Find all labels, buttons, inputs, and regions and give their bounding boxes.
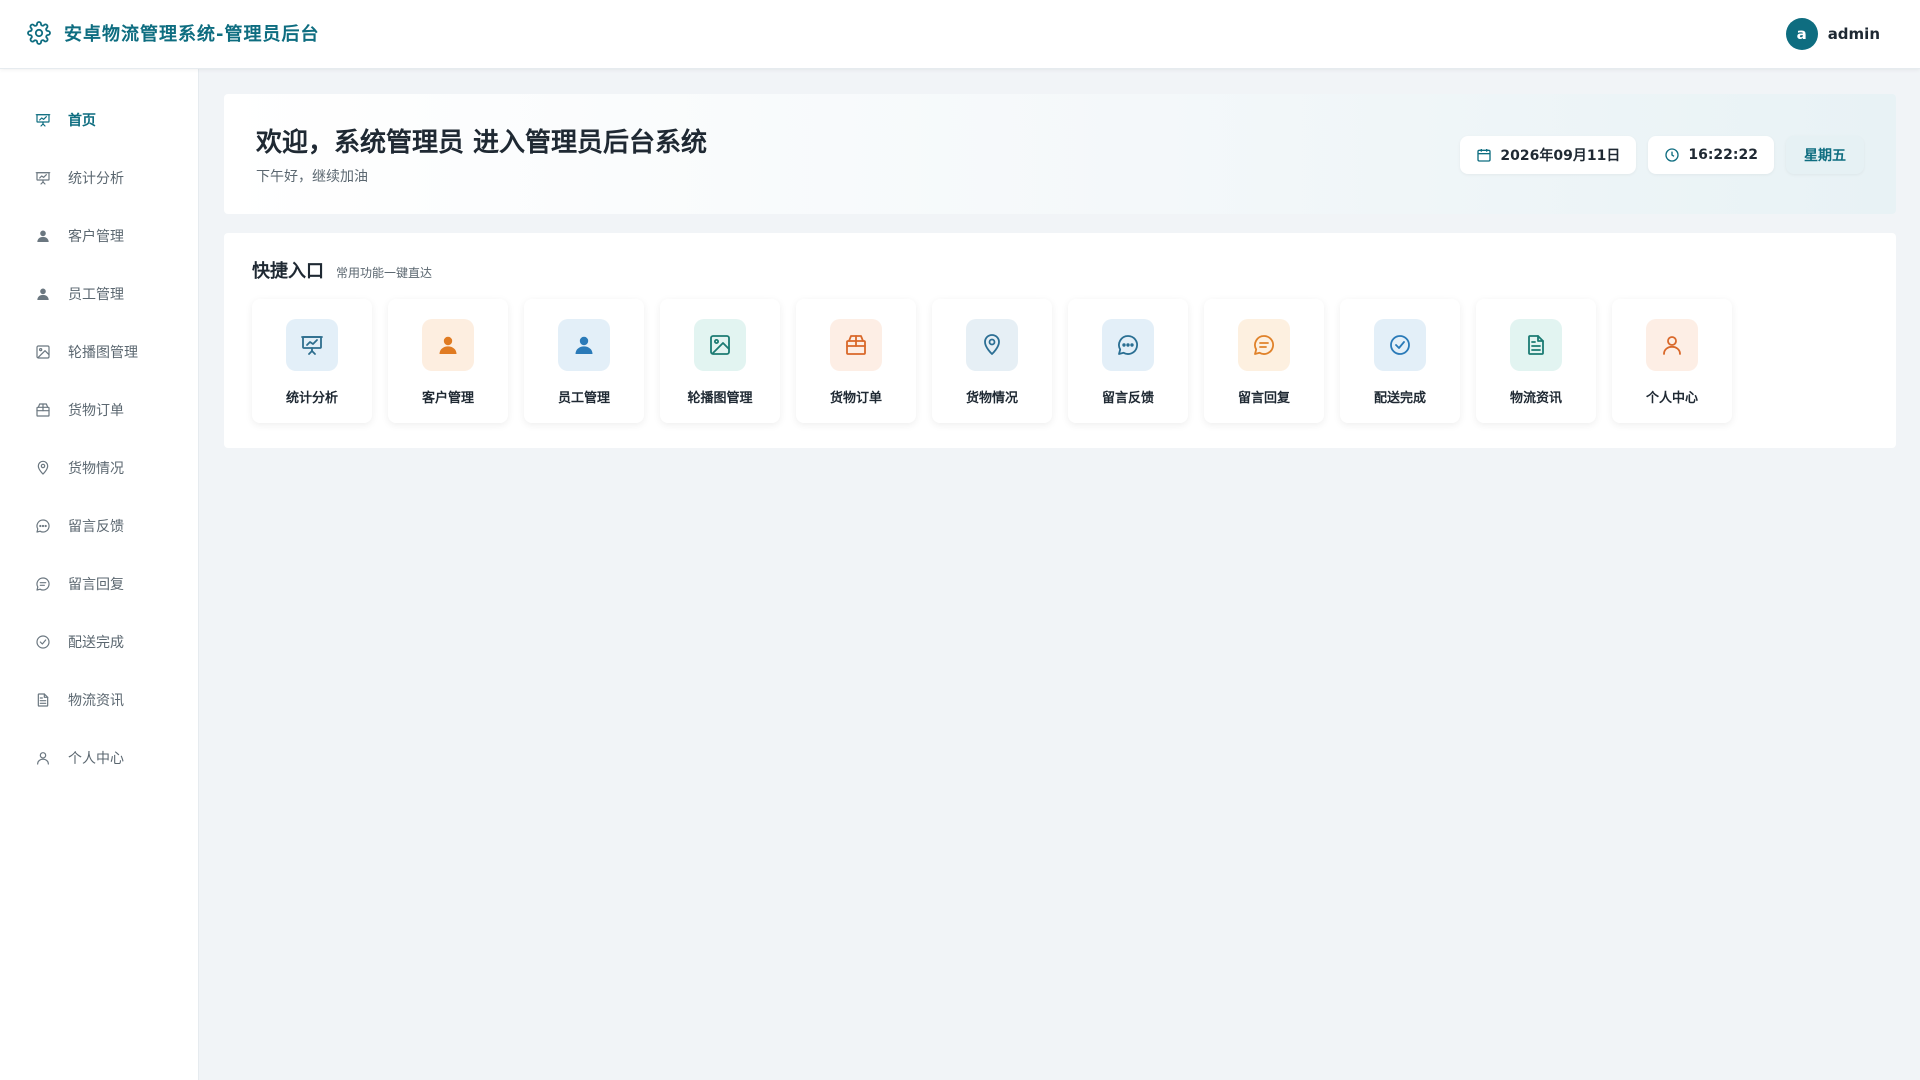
username[interactable]: admin <box>1828 25 1880 43</box>
time-text: 16:22:22 <box>1688 147 1758 163</box>
time-chip: 16:22:22 <box>1648 136 1774 174</box>
document-icon <box>34 691 52 709</box>
sidebar-item-12[interactable]: 个人中心 <box>0 729 198 787</box>
welcome-title: 欢迎，系统管理员 进入管理员后台系统 <box>256 128 708 158</box>
quick-entry-card[interactable]: 客户管理 <box>388 299 508 423</box>
brand[interactable]: 安卓物流管理系统-管理员后台 <box>26 20 319 46</box>
welcome-banner: 欢迎，系统管理员 进入管理员后台系统 下午好，继续加油 2026年09月11日 <box>224 94 1896 214</box>
image-icon <box>694 319 746 371</box>
sidebar-item-5[interactable]: 轮播图管理 <box>0 323 198 381</box>
quick-entry-card[interactable]: 统计分析 <box>252 299 372 423</box>
top-header: 安卓物流管理系统-管理员后台 a admin <box>0 0 1920 69</box>
user-icon <box>558 319 610 371</box>
sidebar-item-label: 留言反馈 <box>68 519 124 535</box>
quick-entry-card[interactable]: 留言回复 <box>1204 299 1324 423</box>
quick-entry-card[interactable]: 配送完成 <box>1340 299 1460 423</box>
user-outline-icon <box>34 749 52 767</box>
quick-entry-card[interactable]: 员工管理 <box>524 299 644 423</box>
sidebar: 首页统计分析客户管理员工管理轮播图管理货物订单货物情况留言反馈留言回复配送完成物… <box>0 69 199 1080</box>
weekday-chip: 星期五 <box>1786 136 1864 174</box>
sidebar-item-9[interactable]: 留言回复 <box>0 555 198 613</box>
presentation-icon <box>34 169 52 187</box>
sidebar-item-label: 货物情况 <box>68 461 124 477</box>
quick-entry-card-label: 留言回复 <box>1237 391 1290 406</box>
chat-lines-icon <box>1238 319 1290 371</box>
sidebar-item-label: 个人中心 <box>68 751 124 767</box>
sidebar-item-label: 货物订单 <box>68 403 124 419</box>
quick-entry-card[interactable]: 留言反馈 <box>1068 299 1188 423</box>
document-icon <box>1510 319 1562 371</box>
date-text: 2026年09月11日 <box>1500 148 1621 164</box>
sidebar-item-2[interactable]: 统计分析 <box>0 149 198 207</box>
calendar-icon <box>1476 147 1492 163</box>
sidebar-item-label: 轮播图管理 <box>68 345 138 361</box>
quick-entry-panel: 快捷入口 常用功能一键直达 统计分析 客户管理 员工管理 轮播图管理 货物订单 货物情况 留… <box>224 233 1896 448</box>
quick-entry-card-label: 配送完成 <box>1373 391 1426 406</box>
quick-entry-card-label: 员工管理 <box>557 391 610 406</box>
sidebar-item-8[interactable]: 留言反馈 <box>0 497 198 555</box>
quick-entry-header: 快捷入口 常用功能一键直达 <box>252 257 432 283</box>
sidebar-item-label: 员工管理 <box>68 287 124 303</box>
location-pin-icon <box>966 319 1018 371</box>
quick-entry-card[interactable]: 个人中心 <box>1612 299 1732 423</box>
chat-dots-icon <box>34 517 52 535</box>
quick-entry-card-label: 个人中心 <box>1645 391 1698 406</box>
quick-entry-title: 快捷入口 <box>252 261 324 282</box>
box-icon <box>34 401 52 419</box>
app-title: 安卓物流管理系统-管理员后台 <box>64 24 320 45</box>
sidebar-item-label: 配送完成 <box>68 635 124 651</box>
date-chip: 2026年09月11日 <box>1460 136 1637 174</box>
sidebar-item-7[interactable]: 货物情况 <box>0 439 198 497</box>
check-circle-icon <box>1374 319 1426 371</box>
quick-entry-card-label: 统计分析 <box>285 391 338 406</box>
quick-entry-card-label: 货物情况 <box>965 391 1018 406</box>
sidebar-item-label: 首页 <box>68 113 96 129</box>
clock-icon <box>1664 147 1680 163</box>
quick-entry-card-label: 留言反馈 <box>1101 391 1154 406</box>
presentation-icon <box>286 319 338 371</box>
quick-entry-card-label: 物流资讯 <box>1509 391 1562 406</box>
sidebar-item-4[interactable]: 员工管理 <box>0 265 198 323</box>
quick-entry-card[interactable]: 物流资讯 <box>1476 299 1596 423</box>
location-pin-icon <box>34 459 52 477</box>
gear-icon <box>26 20 52 46</box>
sidebar-item-11[interactable]: 物流资讯 <box>0 671 198 729</box>
datetime-chips: 2026年09月11日 16:22:22 星期五 <box>1448 136 1864 174</box>
avatar[interactable]: a <box>1785 18 1818 50</box>
quick-entry-subtitle: 常用功能一键直达 <box>336 266 433 280</box>
quick-entry-card-label: 货物订单 <box>829 391 882 406</box>
sidebar-item-label: 客户管理 <box>68 229 124 245</box>
quick-entry-card-label: 轮播图管理 <box>687 391 753 406</box>
user-icon <box>34 285 52 303</box>
user-icon <box>422 319 474 371</box>
sidebar-item-label: 留言回复 <box>68 577 124 593</box>
user-outline-icon <box>1646 319 1698 371</box>
user-icon <box>34 227 52 245</box>
presentation-icon <box>34 111 52 129</box>
sidebar-item-1[interactable]: 首页 <box>0 91 198 149</box>
quick-entry-cards: 统计分析 客户管理 员工管理 轮播图管理 货物订单 货物情况 留言反馈 留言回复 配送完成 物流资… <box>252 299 1748 423</box>
quick-entry-card-label: 客户管理 <box>421 391 474 406</box>
chat-dots-icon <box>1102 319 1154 371</box>
sidebar-item-10[interactable]: 配送完成 <box>0 613 198 671</box>
weekday-text: 星期五 <box>1804 148 1846 164</box>
chat-lines-icon <box>34 575 52 593</box>
sidebar-item-3[interactable]: 客户管理 <box>0 207 198 265</box>
quick-entry-card[interactable]: 轮播图管理 <box>660 299 780 423</box>
sidebar-item-6[interactable]: 货物订单 <box>0 381 198 439</box>
welcome-subtitle: 下午好，继续加油 <box>256 169 368 185</box>
quick-entry-card[interactable]: 货物订单 <box>796 299 916 423</box>
box-icon <box>830 319 882 371</box>
sidebar-item-label: 物流资讯 <box>68 693 124 709</box>
image-icon <box>34 343 52 361</box>
quick-entry-card[interactable]: 货物情况 <box>932 299 1052 423</box>
check-circle-icon <box>34 633 52 651</box>
sidebar-nav: 首页统计分析客户管理员工管理轮播图管理货物订单货物情况留言反馈留言回复配送完成物… <box>0 69 198 787</box>
user-menu[interactable]: a admin <box>1785 18 1880 50</box>
sidebar-item-label: 统计分析 <box>68 171 124 187</box>
